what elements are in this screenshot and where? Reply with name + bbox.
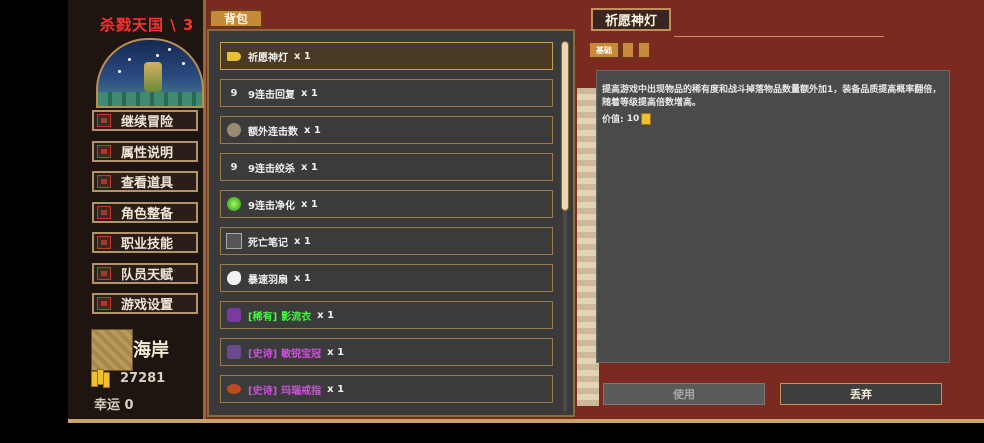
- bag-panel: 祈愿神灯 x 1 9 9连击回复 x 1 额外连击数 x 1 9 9连击绞杀 x 1 9连击净化 x …: [207, 29, 575, 417]
- menu-continue-adventure[interactable]: 继续冒险: [92, 110, 198, 131]
- bottom-rail: [68, 419, 984, 423]
- stone-icon: [225, 121, 243, 139]
- menu-icon: [97, 175, 111, 188]
- bag-item-row[interactable]: 额外连击数 x 1: [220, 116, 553, 144]
- bag-item-row[interactable]: [稀有] 影流衣 x 1: [220, 301, 553, 329]
- title-divider: [674, 36, 884, 37]
- realm-title: 杀戮天国 \ 3: [100, 16, 195, 34]
- bag-item-row[interactable]: 祈愿神灯 x 1: [220, 42, 553, 70]
- menu-view-items[interactable]: 查看道具: [92, 171, 198, 192]
- rarity-tag: [稀有]: [248, 311, 278, 323]
- terrain-tile: [91, 329, 133, 371]
- menu-label: 属性说明: [121, 146, 174, 161]
- item-name: 祈愿神灯: [248, 52, 288, 64]
- menu-label: 游戏设置: [121, 298, 174, 313]
- menu-icon: [97, 236, 111, 249]
- item-name: 死亡笔记: [248, 237, 288, 249]
- bag-item-row[interactable]: [史诗] 敏锐宝冠 x 1: [220, 338, 553, 366]
- bag-item-row[interactable]: 暴速羽扇 x 1: [220, 264, 553, 292]
- lamp-icon: [225, 47, 243, 65]
- menu-icon: [97, 145, 111, 158]
- menu-icon: [97, 206, 111, 219]
- green-orb-icon: [225, 195, 243, 213]
- item-name: 9连击回复: [248, 89, 295, 101]
- hero-sprite: [144, 62, 162, 92]
- menu-icon: [97, 267, 111, 280]
- menu-attribute-info[interactable]: 属性说明: [92, 141, 198, 162]
- tab-bag[interactable]: 背包: [209, 9, 263, 28]
- game-screen: 杀戮天国 \ 3 继续冒险 属性说明 查看道具 角色整备 职业技能 队员天赋 游…: [0, 0, 984, 443]
- value-label: 价值:: [602, 115, 624, 125]
- tab-basic[interactable]: 基础: [589, 42, 619, 58]
- rarity-tag: [史诗]: [248, 348, 278, 360]
- item-description: 提高游戏中出现物品的稀有度和战斗掉落物品数量额外加1，装备品质提高概率翻倍，随着…: [602, 85, 942, 108]
- item-quantity: x 1: [304, 124, 321, 136]
- bag-item-row[interactable]: [史诗] 玛瑙戒指 x 1: [220, 375, 553, 403]
- use-button[interactable]: 使用: [603, 383, 765, 405]
- gold-coin-icon: [641, 112, 652, 125]
- tab-extra-2[interactable]: [638, 42, 650, 58]
- item-quantity: x 1: [300, 198, 318, 210]
- ring-icon: [225, 380, 243, 398]
- tab-extra-1[interactable]: [622, 42, 634, 58]
- item-name: 9连击净化: [248, 200, 295, 212]
- crown-icon: [225, 343, 243, 361]
- item-quantity: x 1: [327, 346, 345, 358]
- value-amount: 10: [626, 113, 640, 124]
- menu-character-equip[interactable]: 角色整备: [92, 202, 198, 223]
- item-quantity: x 1: [300, 87, 318, 99]
- item-quantity: x 1: [294, 272, 311, 284]
- item-name: 额外连击数: [248, 126, 298, 138]
- gold-amount: 27281: [120, 371, 166, 386]
- bag-item-row[interactable]: 9连击净化 x 1: [220, 190, 553, 218]
- menu-label: 查看道具: [121, 176, 174, 191]
- digit-9-icon: 9: [230, 87, 238, 99]
- gold-icon: [91, 369, 113, 388]
- item-title: 祈愿神灯: [591, 8, 671, 31]
- item-name: 暴速羽扇: [248, 274, 288, 286]
- item-name: 9连击绞杀: [248, 163, 295, 175]
- scroll-track[interactable]: [563, 211, 567, 411]
- item-name: 敏锐宝冠: [281, 348, 322, 360]
- digit-9-icon: 9: [230, 161, 238, 173]
- item-quantity: x 1: [327, 383, 345, 395]
- bag-item-row[interactable]: 9 9连击绞杀 x 1: [220, 153, 553, 181]
- bag-item-row[interactable]: 9 9连击回复 x 1: [220, 79, 553, 107]
- item-value: 价值: 10: [602, 112, 652, 125]
- terrain-name: 海岸: [133, 340, 169, 361]
- luck-stat: 幸运 0: [94, 398, 134, 413]
- menu-member-talents[interactable]: 队员天赋: [92, 263, 198, 284]
- item-quantity: x 1: [317, 309, 335, 321]
- menu-label: 队员天赋: [121, 268, 174, 283]
- menu-label: 继续冒险: [121, 115, 174, 130]
- menu-label: 角色整备: [121, 207, 174, 222]
- menu-game-settings[interactable]: 游戏设置: [92, 293, 198, 314]
- scrollbar-thumb[interactable]: [561, 41, 569, 211]
- item-name: 影流衣: [281, 311, 312, 323]
- robe-icon: [225, 306, 243, 324]
- item-quantity: x 1: [294, 235, 311, 247]
- drop-button[interactable]: 丢弃: [780, 383, 942, 405]
- book-icon: [225, 232, 243, 250]
- item-name: 玛瑙戒指: [281, 385, 322, 397]
- menu-class-skills[interactable]: 职业技能: [92, 232, 198, 253]
- menu-label: 职业技能: [121, 237, 174, 252]
- menu-icon: [97, 114, 111, 127]
- item-quantity: x 1: [294, 50, 311, 62]
- menu-icon: [97, 297, 111, 310]
- rarity-tag: [史诗]: [248, 385, 278, 397]
- item-quantity: x 1: [300, 161, 318, 173]
- fan-icon: [225, 269, 243, 287]
- bag-item-row[interactable]: 死亡笔记 x 1: [220, 227, 553, 255]
